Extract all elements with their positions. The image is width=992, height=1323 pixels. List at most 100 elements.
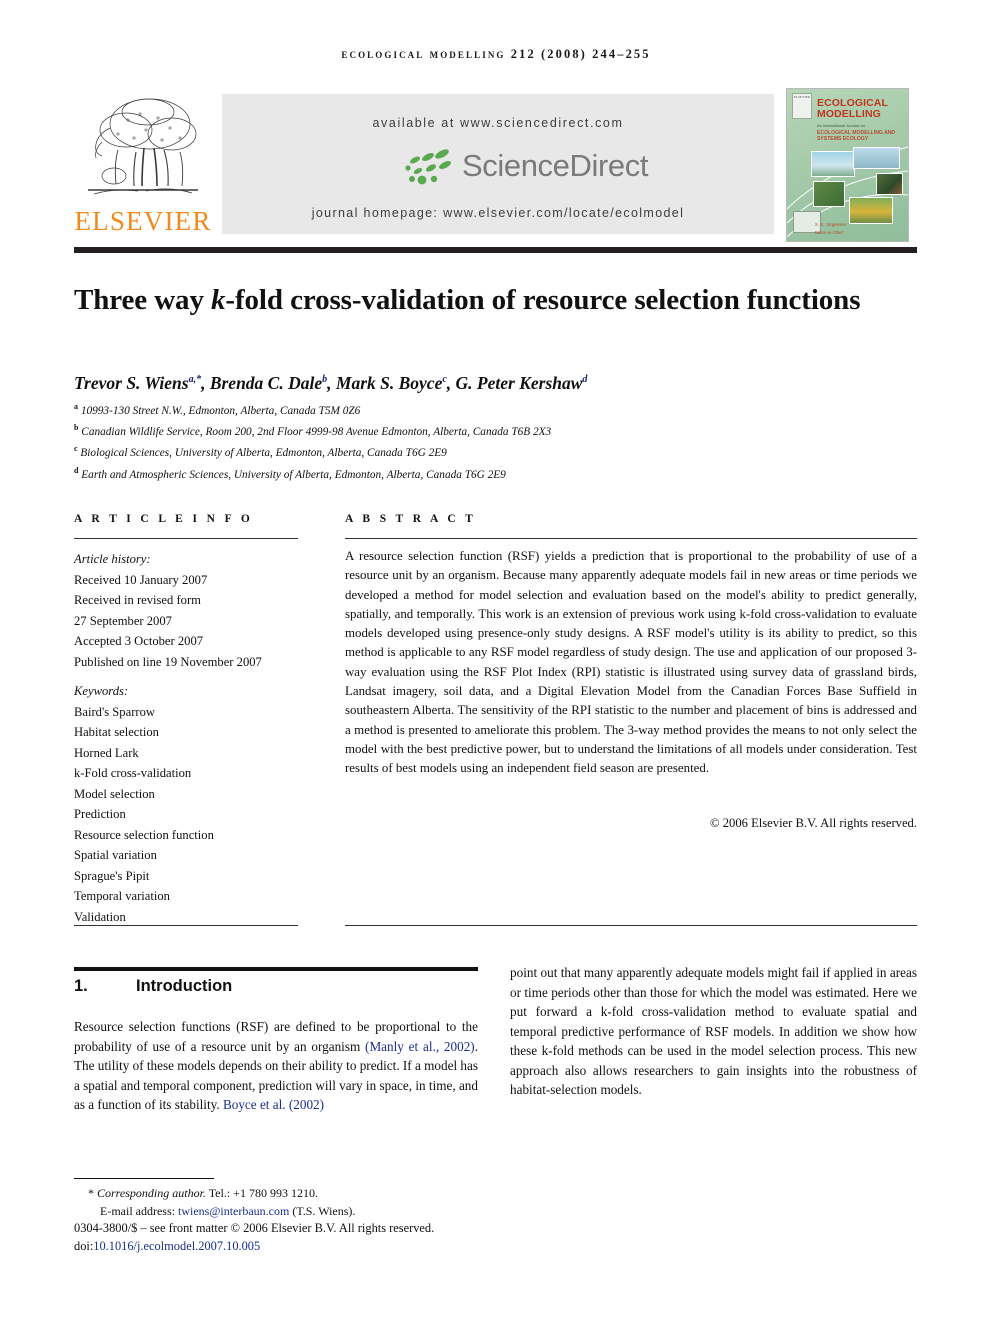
affiliation-item: a 10993-130 Street N.W., Edmonton, Alber…: [74, 400, 904, 421]
abstract-rule: [345, 538, 917, 539]
email-attribution: (T.S. Wiens).: [292, 1204, 356, 1218]
title-suffix: -fold cross-validation of resource selec…: [225, 284, 861, 317]
cover-photo-water: [853, 147, 900, 169]
intro-column-right: point out that many apparently adequate …: [510, 965, 917, 1098]
sciencedirect-banner: available at www.sciencedirect.com Scien…: [222, 94, 774, 234]
article-info-bottom-rule: [74, 925, 298, 926]
affiliation-mark: b: [74, 423, 79, 433]
keyword-item: Baird's Sparrow: [74, 704, 155, 719]
cover-elsevier-mark: ELSEVIER: [792, 93, 812, 119]
email-label: E-mail address:: [100, 1204, 175, 1218]
title-k-italic: k: [211, 284, 226, 317]
cover-editor-role: Editor-in-Chief: [815, 230, 844, 235]
author-marks: a,*: [188, 374, 202, 386]
history-item: Received in revised form: [74, 593, 201, 608]
affiliation-list: a 10993-130 Street N.W., Edmonton, Alber…: [74, 400, 904, 485]
citation-boyce-2002[interactable]: Boyce et al. (2002): [223, 1097, 324, 1112]
sciencedirect-leaves-icon: [405, 149, 451, 185]
keyword-item: Model selection: [74, 786, 155, 801]
article-info-heading: A R T I C L E I N F O: [74, 513, 254, 525]
cover-photo-insect: [813, 181, 845, 207]
affiliation-text: Biological Sciences, University of Alber…: [80, 447, 447, 460]
doi-line: doi:10.1016/j.ecolmodel.2007.10.005: [74, 1238, 594, 1256]
doi-link[interactable]: 10.1016/j.ecolmodel.2007.10.005: [93, 1239, 260, 1253]
history-item: 27 September 2007: [74, 613, 172, 628]
author-name: G. Peter Kershaw: [455, 373, 583, 393]
history-item: Published on line 19 November 2007: [74, 654, 262, 669]
section-heading-introduction: 1. Introduction: [74, 977, 478, 996]
section-number: 1.: [74, 977, 88, 995]
keyword-item: Habitat selection: [74, 725, 159, 740]
keyword-item: Sprague's Pipit: [74, 868, 150, 883]
author-item: G. Peter Kershawd: [456, 373, 588, 393]
email-note: E-mail address: twiens@interbaun.com (T.…: [74, 1202, 524, 1220]
article-info-rule: [74, 538, 298, 539]
abstract-bottom-rule: [345, 925, 917, 926]
affiliation-mark: d: [74, 465, 79, 475]
author-marks: d: [582, 374, 588, 386]
sciencedirect-logo: ScienceDirect: [398, 146, 648, 194]
author-marks: c: [442, 374, 447, 386]
affiliation-text: Canadian Wildlife Service, Room 200, 2nd…: [81, 425, 552, 438]
paper-page: ECOLOGICAL MODELLING 212 (2008) 244–255: [0, 0, 992, 1323]
keyword-list: Keywords: Baird's Sparrow Habitat select…: [74, 681, 304, 927]
title-prefix: Three way: [74, 284, 212, 317]
author-list: Trevor S. Wiensa,*, Brenda C. Daleb, Mar…: [74, 373, 588, 393]
affiliation-item: b Canadian Wildlife Service, Room 200, 2…: [74, 421, 904, 442]
abstract-body: A resource selection function (RSF) yiel…: [345, 549, 917, 776]
article-history-label: Article history:: [74, 552, 151, 566]
issn-doi-block: 0304-3800/$ – see front matter © 2006 El…: [74, 1220, 594, 1256]
author-name: Brenda C. Dale: [209, 373, 323, 393]
issn-line: 0304-3800/$ – see front matter © 2006 El…: [74, 1221, 435, 1235]
corresponding-marker: *: [88, 1186, 94, 1200]
journal-running-head: ECOLOGICAL MODELLING 212 (2008) 244–255: [341, 47, 651, 61]
keyword-item: Spatial variation: [74, 848, 157, 863]
footnote-divider: [74, 1178, 214, 1179]
doi-label: doi:: [74, 1238, 94, 1253]
section-divider: [74, 967, 478, 971]
affiliation-text: Earth and Atmospheric Sciences, Universi…: [81, 468, 506, 481]
page-title: Three way k-fold cross-validation of res…: [74, 282, 874, 319]
elsevier-tree-icon: [88, 98, 198, 195]
cover-subtitle-secondary: ECOLOGICAL MODELLING AND SYSTEMS ECOLOGY: [817, 130, 896, 143]
intro-column-left: Resource selection functions (RSF) are d…: [74, 1017, 478, 1115]
cover-photo-forest: [876, 173, 903, 195]
masthead: ELSEVIER available at www.sciencedirect.…: [74, 88, 917, 242]
footnote-block: * Corresponding author. Tel.: +1 780 993…: [74, 1184, 524, 1220]
affiliation-text: 10993-130 Street N.W., Edmonton, Alberta…: [80, 404, 361, 417]
keyword-item: Temporal variation: [74, 889, 170, 904]
journal-cover-thumbnail: ELSEVIER ECOLOGICAL MODELLING An Interna…: [786, 88, 909, 242]
keyword-item: Prediction: [74, 807, 126, 822]
article-history: Article history: Received 10 January 200…: [74, 549, 304, 672]
journal-homepage-text: journal homepage: www.elsevier.com/locat…: [311, 206, 685, 220]
corresponding-label: Corresponding author.: [97, 1186, 206, 1200]
citation-manly-2002[interactable]: (Manly et al., 2002): [365, 1039, 475, 1054]
author-name: Mark S. Boyce: [335, 373, 443, 393]
cover-photo-glacier: [811, 151, 855, 177]
affiliation-mark: a: [74, 402, 78, 411]
history-item: Received 10 January 2007: [74, 572, 208, 587]
corresponding-author-note: * Corresponding author. Tel.: +1 780 993…: [74, 1184, 524, 1202]
author-item: Mark S. Boycec: [336, 373, 447, 393]
keyword-item: Resource selection function: [74, 827, 214, 842]
available-at-text: available at www.sciencedirect.com: [372, 116, 624, 130]
history-item: Accepted 3 October 2007: [74, 634, 204, 649]
author-item: Brenda C. Daleb: [210, 373, 327, 393]
keywords-label: Keywords:: [74, 684, 129, 698]
affiliation-item: d Earth and Atmospheric Sciences, Univer…: [74, 464, 904, 485]
cover-title: ECOLOGICAL MODELLING: [817, 97, 888, 121]
cover-photo-flower: [849, 197, 893, 224]
email-link[interactable]: twiens@interbaun.com: [178, 1204, 289, 1218]
corresponding-tel: Tel.: +1 780 993 1210.: [205, 1186, 318, 1200]
abstract-heading: A B S T R A C T: [345, 513, 477, 525]
affiliation-mark: c: [74, 444, 78, 454]
author-name: Trevor S. Wiens: [74, 373, 189, 393]
masthead-divider: [74, 247, 917, 253]
elsevier-wordmark: ELSEVIER: [74, 206, 212, 236]
keyword-item: Horned Lark: [74, 745, 139, 760]
keyword-item: k-Fold cross-validation: [74, 766, 192, 781]
section-title: Introduction: [136, 977, 233, 995]
sciencedirect-wordmark: ScienceDirect: [462, 148, 649, 183]
cover-editor-name: S. E. Jorgensen: [815, 222, 847, 227]
cover-subtitle: An International Journal on: [817, 123, 865, 128]
